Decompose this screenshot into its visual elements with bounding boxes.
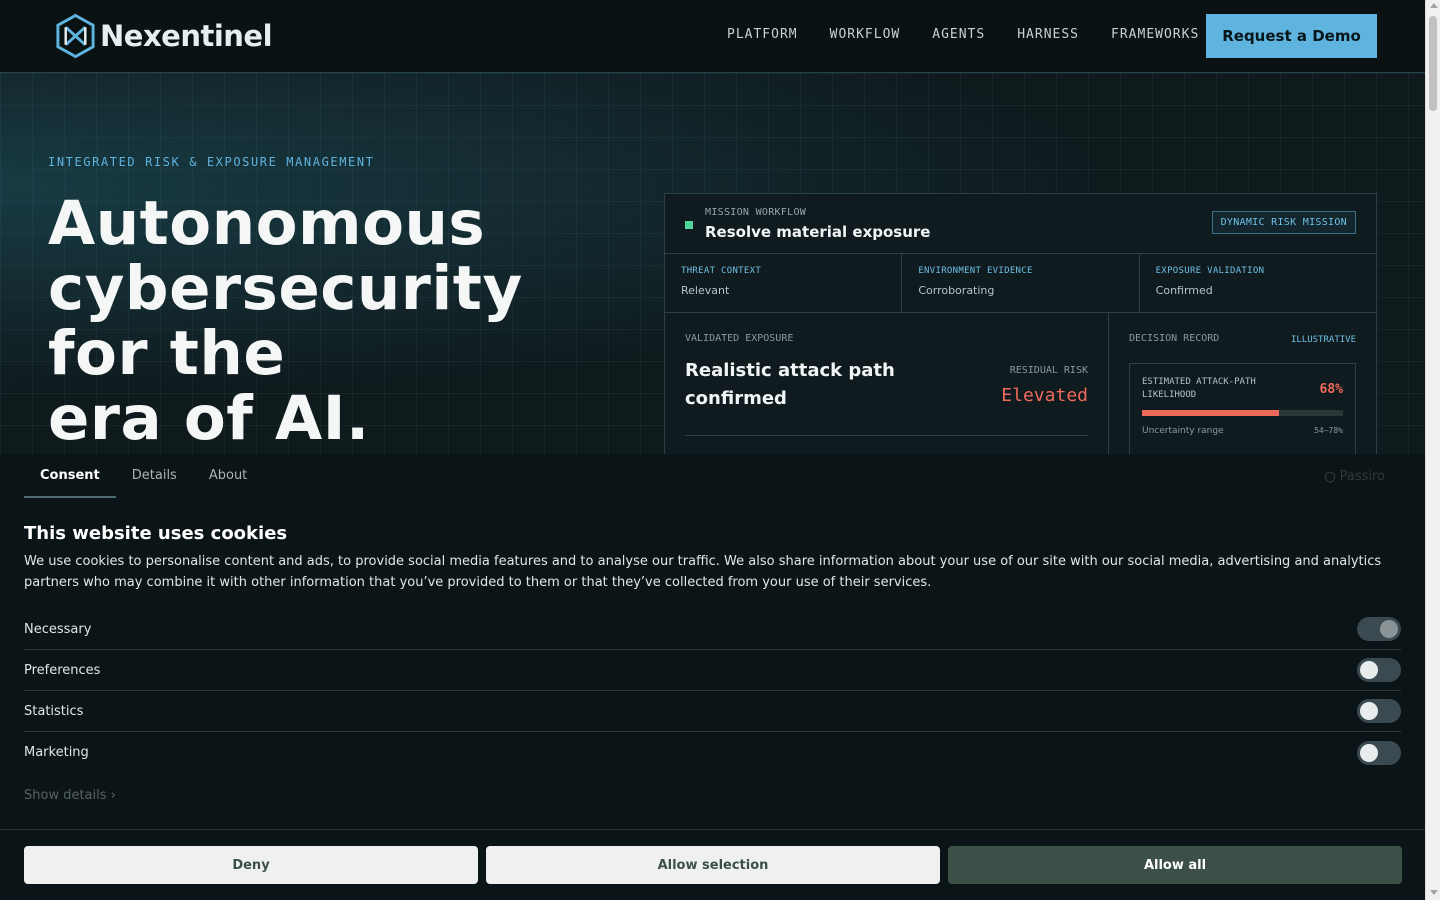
cookie-description: We use cookies to personalise content an…: [24, 554, 1382, 590]
hero-headline: Autonomous cybersecurity for the era of …: [48, 191, 523, 451]
consent-provider-brand[interactable]: Passiro: [1324, 469, 1385, 484]
signal-threat-context: THREAT CONTEXT Relevant: [665, 254, 903, 312]
scroll-up-arrow-icon[interactable]: [1430, 3, 1438, 8]
headline-line: era of AI.: [48, 383, 370, 454]
nav-platform[interactable]: PLATFORM: [727, 27, 798, 42]
shield-icon: [1324, 470, 1335, 483]
card-header: MISSION WORKFLOW Resolve material exposu…: [665, 194, 1376, 254]
toggle-row-necessary: Necessary: [24, 609, 1401, 650]
signal-environment-evidence: ENVIRONMENT EVIDENCE Corroborating: [902, 254, 1140, 312]
metric-value: 68%: [1319, 382, 1343, 397]
nav-agents[interactable]: AGENTS: [932, 27, 985, 42]
toggle-row-marketing: Marketing: [24, 732, 1401, 773]
marketing-toggle[interactable]: [1357, 740, 1401, 765]
consent-tabs: Consent Details About: [24, 454, 263, 498]
nexentinel-logo-icon: [56, 13, 95, 59]
exposure-label: VALIDATED EXPOSURE: [685, 333, 794, 344]
signal-label: EXPOSURE VALIDATION: [1155, 266, 1265, 276]
toggle-knob: [1360, 661, 1378, 679]
statistics-toggle[interactable]: [1357, 699, 1401, 723]
residual-risk-label: RESIDUAL RISK: [1009, 365, 1088, 376]
toggle-label: Necessary: [24, 621, 92, 637]
workflow-label: MISSION WORKFLOW: [705, 207, 807, 218]
show-details-link[interactable]: Show details ›: [24, 788, 116, 803]
toggle-label: Preferences: [24, 662, 101, 678]
nav-harness[interactable]: HARNESS: [1017, 27, 1079, 42]
headline-line: Autonomous: [48, 188, 486, 259]
hero-eyebrow: INTEGRATED RISK & EXPOSURE MANAGEMENT: [48, 155, 375, 169]
toggle-label: Marketing: [24, 745, 89, 760]
brand-label: Passiro: [1339, 469, 1385, 484]
illustrative-tag: ILLUSTRATIVE: [1290, 335, 1356, 345]
divider: [685, 435, 1088, 436]
signal-value: Relevant: [681, 284, 730, 297]
toggle-row-preferences: Preferences: [24, 650, 1401, 691]
tab-about[interactable]: About: [193, 454, 263, 498]
signal-label: ENVIRONMENT EVIDENCE: [918, 266, 1033, 276]
signal-value: Corroborating: [918, 284, 995, 297]
headline-line: cybersecurity: [48, 253, 523, 324]
toggle-knob: [1360, 702, 1378, 720]
main-nav: PLATFORM WORKFLOW AGENTS HARNESS FRAMEWO…: [727, 27, 1231, 42]
hero-section: INTEGRATED RISK & EXPOSURE MANAGEMENT Au…: [0, 73, 1425, 493]
request-demo-button[interactable]: Request a Demo: [1206, 14, 1377, 58]
scrollbar-thumb[interactable]: [1429, 16, 1437, 111]
toggle-label: Statistics: [24, 703, 84, 719]
divider: [0, 829, 1425, 830]
toggle-knob: [1360, 743, 1378, 762]
headline-line: for the: [48, 318, 286, 389]
nav-frameworks[interactable]: FRAMEWORKS: [1111, 27, 1199, 42]
brand-logo[interactable]: Nexentinel: [54, 13, 273, 59]
consent-buttons: Deny Allow selection Allow all: [24, 846, 1402, 884]
mission-badge: DYNAMIC RISK MISSION: [1211, 211, 1356, 234]
allow-selection-button[interactable]: Allow selection: [486, 846, 940, 884]
likelihood-bar-fill: [1142, 410, 1279, 416]
tab-consent[interactable]: Consent: [24, 454, 116, 498]
site-header: Nexentinel PLATFORM WORKFLOW AGENTS HARN…: [0, 0, 1425, 73]
cookie-consent-banner: Consent Details About Passiro This websi…: [0, 454, 1425, 900]
residual-risk-value: Elevated: [1001, 385, 1088, 406]
deny-button[interactable]: Deny: [24, 846, 478, 884]
exposure-title: Realistic attack path confirmed: [685, 360, 895, 409]
tab-details[interactable]: Details: [116, 454, 193, 498]
metric-label: ESTIMATED ATTACK-PATH LIKELIHOOD: [1142, 377, 1256, 400]
toggle-row-statistics: Statistics: [24, 691, 1401, 732]
brand-name: Nexentinel: [100, 19, 273, 53]
mission-card: MISSION WORKFLOW Resolve material exposu…: [664, 193, 1377, 493]
likelihood-metric: ESTIMATED ATTACK-PATH LIKELIHOOD 68% Unc…: [1129, 363, 1356, 463]
page-scrollbar[interactable]: [1425, 0, 1440, 900]
workflow-title: Resolve material exposure: [705, 223, 931, 241]
cookie-title: This website uses cookies: [24, 523, 288, 544]
signal-row: THREAT CONTEXT Relevant ENVIRONMENT EVID…: [665, 254, 1376, 313]
signal-label: THREAT CONTEXT: [681, 266, 762, 276]
scroll-down-arrow-icon[interactable]: [1430, 890, 1438, 895]
range-label: Uncertainty range: [1142, 426, 1224, 436]
preferences-toggle[interactable]: [1357, 658, 1401, 682]
toggle-knob: [1380, 620, 1398, 638]
range-value: 54–78%: [1314, 426, 1343, 435]
allow-all-button[interactable]: Allow all: [948, 846, 1402, 884]
consent-toggles: Necessary Preferences Statistics Marketi…: [24, 609, 1401, 773]
necessary-toggle[interactable]: [1357, 617, 1401, 641]
nav-workflow[interactable]: WORKFLOW: [830, 27, 901, 42]
signal-exposure-validation: EXPOSURE VALIDATION Confirmed: [1140, 254, 1376, 312]
signal-value: Confirmed: [1155, 284, 1213, 297]
likelihood-bar-track: [1142, 410, 1343, 416]
status-dot: [685, 221, 693, 229]
